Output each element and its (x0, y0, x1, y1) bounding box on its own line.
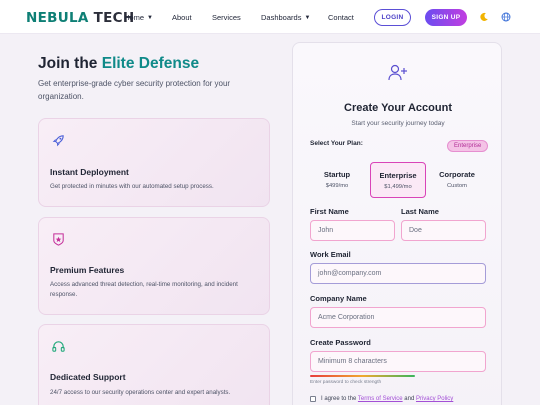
logo[interactable]: NEBULA TECH (26, 10, 134, 26)
plan-price: $499/mo (325, 183, 349, 189)
selected-plan-badge: Enterprise (447, 140, 489, 152)
plan-name: Enterprise (379, 171, 417, 180)
nav-home[interactable]: Home ▼ (124, 13, 153, 22)
terms-checkbox[interactable] (310, 396, 316, 402)
nav-services[interactable]: Services (212, 13, 241, 22)
password-input[interactable]: Minimum 8 characters (310, 351, 486, 372)
user-plus-icon (388, 64, 407, 81)
last-name-input[interactable]: Doe (401, 220, 486, 241)
terms-prefix: I agree to the (321, 396, 357, 402)
hero-subtitle: Get enterprise-grade cyber security prot… (38, 79, 231, 101)
plan-label: Select Your Plan: (310, 140, 363, 147)
plan-enterprise[interactable]: Enterprise $1,499/mo (370, 162, 426, 198)
feature-title: Dedicated Support (50, 372, 126, 382)
globe-icon[interactable] (501, 12, 511, 22)
plan-startup[interactable]: Startup $499/mo (309, 162, 365, 198)
nav-about-label: About (172, 13, 192, 22)
feature-title: Instant Deployment (50, 167, 129, 177)
feature-desc: Access advanced threat detection, real-t… (50, 281, 238, 298)
plan-price: $1,499/mo (384, 184, 412, 190)
last-name-label: Last Name (401, 207, 439, 216)
terms-row: I agree to the Terms of Service and Priv… (310, 396, 453, 402)
nav-about[interactable]: About (172, 13, 192, 22)
nav-dashboards[interactable]: Dashboards ▼ (261, 13, 310, 22)
terms-and: and (404, 396, 415, 402)
chevron-down-icon: ▼ (147, 14, 153, 21)
feature-card-support: Dedicated Support 24/7 access to our sec… (38, 324, 270, 405)
plan-name: Startup (323, 170, 351, 179)
signup-form-card: Create Your Account Start your security … (292, 42, 502, 405)
nav-dashboards-label: Dashboards (261, 13, 302, 22)
plan-name: Corporate (439, 170, 475, 179)
first-name-label: First Name (310, 207, 349, 216)
feature-card-deployment: Instant Deployment Get protected in minu… (38, 118, 270, 207)
plan-corporate[interactable]: Corporate Custom (429, 162, 485, 198)
feature-card-premium: Premium Features Access advanced threat … (38, 217, 270, 315)
moon-icon[interactable] (479, 12, 489, 22)
nav-home-label: Home (124, 13, 145, 22)
company-input[interactable]: Acme Corporation (310, 307, 486, 328)
first-name-input[interactable]: John (310, 220, 395, 241)
privacy-policy-link[interactable]: Privacy Policy (416, 396, 453, 402)
rocket-icon (52, 135, 64, 147)
hero-title-plain: Join the (38, 55, 98, 72)
nav-contact[interactable]: Contact (328, 13, 354, 22)
password-strength-hint: Enter password to check strength (310, 380, 382, 385)
form-subtitle: Start your security journey today (351, 120, 445, 127)
hero-title: Join the Elite Defense (38, 55, 199, 73)
nav-services-label: Services (212, 13, 241, 22)
email-input[interactable]: john@company.com (310, 263, 486, 284)
password-strength-bar (310, 375, 415, 377)
signup-button[interactable]: SIGN UP (425, 9, 467, 26)
nav-contact-label: Contact (328, 13, 354, 22)
login-button[interactable]: LOGIN (374, 9, 411, 26)
company-label: Company Name (310, 294, 367, 303)
top-nav: NEBULA TECH Home ▼ About Services Dashbo… (0, 0, 540, 34)
feature-desc: 24/7 access to our security operations c… (50, 389, 231, 396)
headset-icon (52, 341, 65, 352)
form-title: Create Your Account (344, 102, 452, 114)
plan-price: Custom (447, 183, 467, 189)
terms-of-service-link[interactable]: Terms of Service (358, 396, 403, 402)
chevron-down-icon: ▼ (304, 14, 311, 21)
feature-title: Premium Features (50, 265, 125, 275)
password-label: Create Password (310, 338, 371, 347)
feature-desc: Get protected in minutes with our automa… (50, 183, 214, 190)
hero-title-accent: Elite Defense (101, 55, 200, 72)
email-label: Work Email (310, 250, 351, 259)
star-shield-icon (53, 233, 64, 246)
logo-nebula: NEBULA (26, 10, 89, 26)
